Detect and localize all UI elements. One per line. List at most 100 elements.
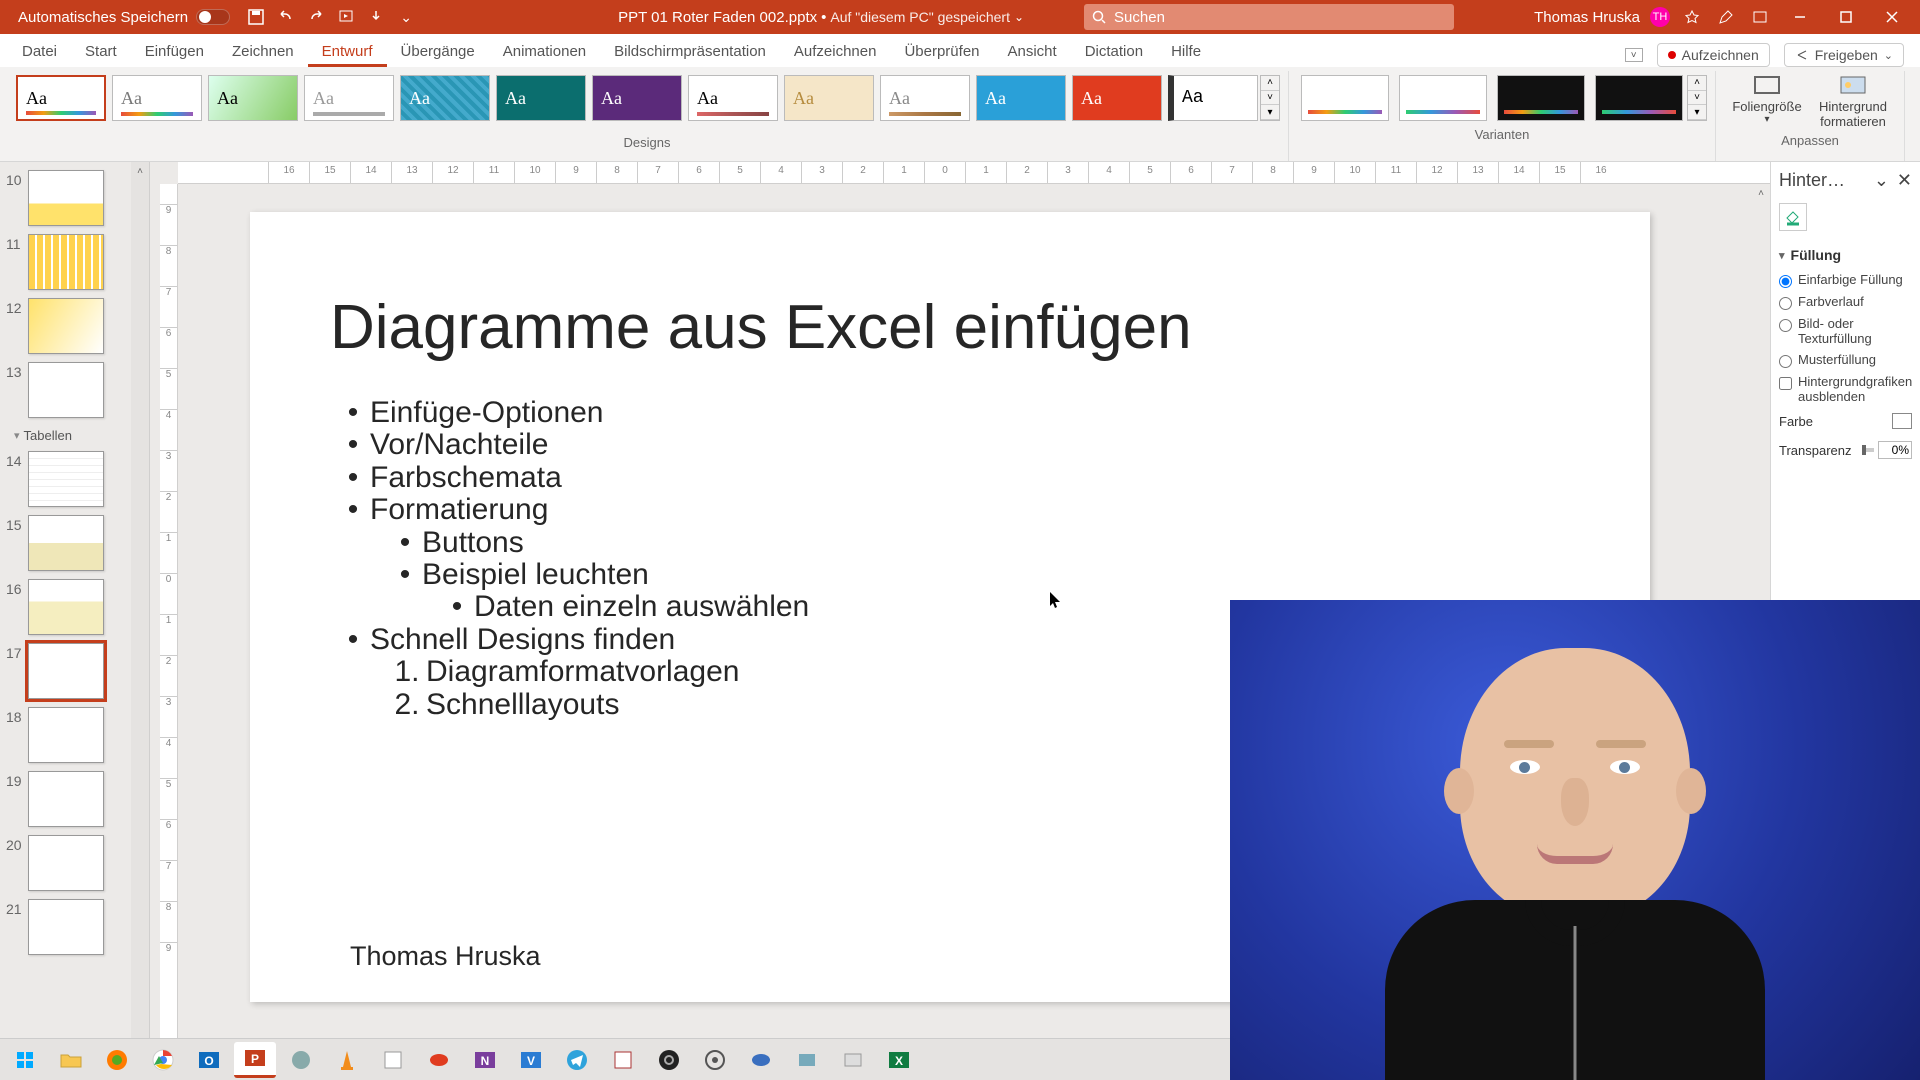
app-icon[interactable] [786, 1042, 828, 1078]
outlook-icon[interactable]: O [188, 1042, 230, 1078]
app-icon[interactable] [418, 1042, 460, 1078]
thumbnail-row[interactable]: 10 [0, 166, 149, 230]
app-icon[interactable] [372, 1042, 414, 1078]
scroll-up-icon[interactable]: ˄ [1688, 76, 1706, 91]
pane-options-icon[interactable]: ⌄ [1874, 170, 1889, 191]
app-icon[interactable] [694, 1042, 736, 1078]
obs-icon[interactable] [648, 1042, 690, 1078]
chrome-icon[interactable] [142, 1042, 184, 1078]
tab-design[interactable]: Entwurf [308, 37, 387, 67]
from-beginning-icon[interactable] [334, 5, 358, 29]
tab-help[interactable]: Hilfe [1157, 37, 1215, 67]
thumbnail-row[interactable]: 12 [0, 294, 149, 358]
start-menu-icon[interactable] [4, 1042, 46, 1078]
scroll-up-icon[interactable]: ˄ [131, 162, 149, 180]
fill-solid-option[interactable]: Einfarbige Füllung [1779, 269, 1912, 291]
firefox-icon[interactable] [96, 1042, 138, 1078]
tab-dictation[interactable]: Dictation [1071, 37, 1157, 67]
tab-draw[interactable]: Zeichnen [218, 37, 308, 67]
format-background-button[interactable]: Hintergrund formatieren [1810, 71, 1896, 131]
themes-gallery[interactable]: Aa Aa Aa Aa Aa Aa Aa Aa Aa Aa Aa Aa Aa [14, 71, 1260, 133]
telegram-icon[interactable] [556, 1042, 598, 1078]
tab-start[interactable]: Start [71, 37, 131, 67]
user-avatar[interactable]: TH [1650, 7, 1670, 27]
gallery-scroll[interactable]: ˄ ˅ ▾ [1260, 75, 1280, 121]
gallery-more-icon[interactable]: ▾ [1688, 105, 1706, 120]
pane-close-icon[interactable]: ✕ [1897, 170, 1912, 191]
ribbon-display-icon[interactable] [1748, 5, 1772, 29]
theme-thumb[interactable]: Aa [496, 75, 586, 121]
minimize-button[interactable] [1782, 3, 1818, 31]
section-header[interactable]: Tabellen [0, 422, 149, 447]
record-button[interactable]: Aufzeichnen [1657, 43, 1770, 67]
thumbnail-row[interactable]: 16 [0, 575, 149, 639]
thumbnail-row[interactable]: 11 [0, 230, 149, 294]
app-icon[interactable] [602, 1042, 644, 1078]
tab-slideshow[interactable]: Bildschirmpräsentation [600, 37, 780, 67]
color-picker[interactable] [1892, 413, 1912, 429]
thumbnail-row[interactable]: 18 [0, 703, 149, 767]
fill-pattern-option[interactable]: Musterfüllung [1779, 349, 1912, 371]
thumbnail-row[interactable]: 19 [0, 767, 149, 831]
excel-icon[interactable]: X [878, 1042, 920, 1078]
theme-thumb[interactable]: Aa [784, 75, 874, 121]
tab-transitions[interactable]: Übergänge [387, 37, 489, 67]
scroll-up-icon[interactable]: ˄ [1752, 184, 1770, 202]
fill-gradient-option[interactable]: Farbverlauf [1779, 291, 1912, 313]
search-input[interactable]: Suchen [1084, 4, 1454, 30]
app-icon[interactable] [740, 1042, 782, 1078]
transparency-slider[interactable] [1862, 448, 1874, 452]
app-icon[interactable] [280, 1042, 322, 1078]
slide-size-button[interactable]: Foliengröße ▾ [1724, 71, 1810, 131]
theme-thumb[interactable]: Aa [208, 75, 298, 121]
pen-icon[interactable] [1714, 5, 1738, 29]
theme-thumb[interactable]: Aa [688, 75, 778, 121]
fill-section-header[interactable]: Füllung [1779, 237, 1912, 269]
theme-thumb[interactable]: Aa [592, 75, 682, 121]
transparency-input[interactable] [1878, 441, 1912, 459]
theme-thumb[interactable]: Aa [400, 75, 490, 121]
variants-scroll[interactable]: ˄ ˅ ▾ [1687, 75, 1707, 121]
variant-thumb[interactable] [1399, 75, 1487, 121]
thumbnail-row[interactable]: 14 [0, 447, 149, 511]
theme-thumb[interactable]: Aa [880, 75, 970, 121]
theme-thumb[interactable]: Aa [304, 75, 394, 121]
hide-background-graphics[interactable]: Hintergrundgrafiken ausblenden [1779, 371, 1912, 407]
tab-view[interactable]: Ansicht [994, 37, 1071, 67]
redo-icon[interactable] [304, 5, 328, 29]
app-icon[interactable] [832, 1042, 874, 1078]
gallery-more-icon[interactable]: ▾ [1261, 105, 1279, 120]
thumbnails-scrollbar[interactable]: ˄ ˅ [131, 162, 149, 1052]
toggle-switch-icon[interactable] [196, 9, 230, 25]
theme-thumb[interactable]: Aa [16, 75, 106, 121]
theme-thumb[interactable]: Aa [1072, 75, 1162, 121]
theme-thumb[interactable]: Aa [112, 75, 202, 121]
variant-thumb[interactable] [1301, 75, 1389, 121]
visio-icon[interactable]: V [510, 1042, 552, 1078]
thumbnails-scroll[interactable]: 10 11 12 13 Tabellen 14 15 16 17 18 19 2… [0, 166, 149, 1052]
fill-picture-option[interactable]: Bild- oder Texturfüllung [1779, 313, 1912, 349]
thumbnail-row[interactable]: 20 [0, 831, 149, 895]
tab-animations[interactable]: Animationen [489, 37, 600, 67]
maximize-button[interactable] [1828, 3, 1864, 31]
onenote-icon[interactable]: N [464, 1042, 506, 1078]
thumbnail-row[interactable]: 21 [0, 895, 149, 959]
file-explorer-icon[interactable] [50, 1042, 92, 1078]
autosave-toggle[interactable]: Automatisches Speichern [10, 7, 238, 28]
vlc-icon[interactable] [326, 1042, 368, 1078]
document-title[interactable]: PPT 01 Roter Faden 002.pptx • Auf "diese… [618, 9, 1024, 26]
variant-thumb[interactable] [1497, 75, 1585, 121]
variant-thumb[interactable] [1595, 75, 1683, 121]
thumbnail-row[interactable]: 15 [0, 511, 149, 575]
theme-thumb[interactable]: Aa [1168, 75, 1258, 121]
tab-insert[interactable]: Einfügen [131, 37, 218, 67]
collapse-ribbon-icon[interactable]: ˅ [1625, 48, 1643, 62]
tab-file[interactable]: Datei [8, 37, 71, 67]
powerpoint-icon[interactable]: P [234, 1042, 276, 1078]
share-button[interactable]: Freigeben⌄ [1784, 43, 1904, 67]
slide-body[interactable]: Einfüge-Optionen Vor/Nachteile Farbschem… [330, 397, 809, 721]
touch-mode-icon[interactable] [364, 5, 388, 29]
thumbnail-row[interactable]: 17 [0, 639, 149, 703]
tab-review[interactable]: Überprüfen [890, 37, 993, 67]
close-button[interactable] [1874, 3, 1910, 31]
